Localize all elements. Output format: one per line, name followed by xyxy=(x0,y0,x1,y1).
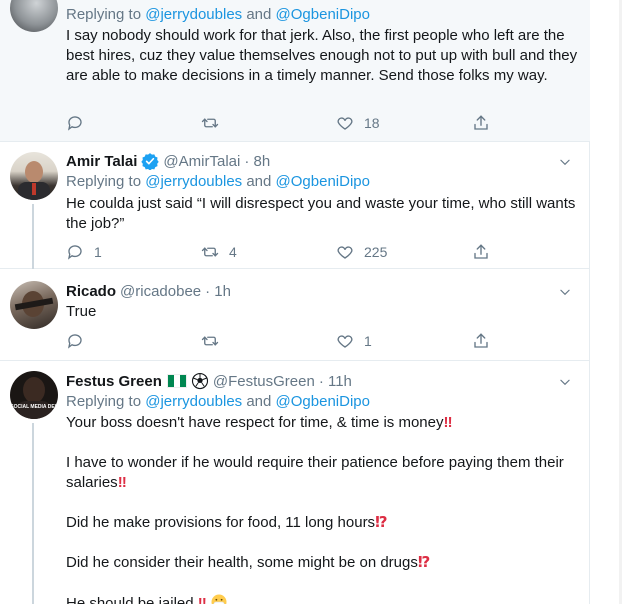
share-icon xyxy=(474,333,488,348)
mention-link[interactable]: @jerrydoubles xyxy=(145,6,242,23)
timestamp[interactable]: · 8h xyxy=(244,153,270,170)
thread-line xyxy=(32,204,34,269)
heart-icon xyxy=(337,246,353,259)
tweet-paragraph: He should be jailed ‼ xyxy=(66,593,578,604)
reply-button[interactable] xyxy=(66,113,94,133)
face-with-mask-icon xyxy=(211,594,227,604)
chevron-down-icon[interactable] xyxy=(558,285,572,299)
like-count: 225 xyxy=(364,244,388,260)
share-button[interactable] xyxy=(472,113,490,133)
chevron-down-icon[interactable] xyxy=(558,375,572,389)
like-count: 1 xyxy=(364,333,372,349)
retweet-icon xyxy=(201,336,219,346)
double-exclamation-icon: ‼ xyxy=(443,414,453,431)
nigeria-flag-icon xyxy=(166,374,187,388)
mention-link[interactable]: @jerrydoubles xyxy=(145,393,242,410)
avatar-caption: SOCIAL MEDIA DEL xyxy=(10,404,58,410)
verified-badge-icon xyxy=(141,152,160,170)
avatar[interactable] xyxy=(10,0,58,32)
share-button[interactable] xyxy=(472,242,490,262)
replying-to: Replying to @jerrydoubles and @OgbeniDip… xyxy=(66,393,370,410)
handle[interactable]: @FestusGreen xyxy=(213,373,315,390)
tweet-actions: 1 xyxy=(66,331,496,351)
tweet-2[interactable]: Ricado @ricadobee · 1h True 1 xyxy=(0,269,590,361)
retweet-button[interactable] xyxy=(201,331,229,351)
mention-link[interactable]: @jerrydoubles xyxy=(145,173,242,190)
handle[interactable]: @AmirTalai xyxy=(163,153,240,170)
like-button[interactable]: 18 xyxy=(336,113,380,133)
scrollbar[interactable] xyxy=(590,0,623,604)
mention-link[interactable]: @OgbeniDipo xyxy=(276,173,370,190)
display-name[interactable]: Festus Green xyxy=(66,373,162,390)
tweet-actions: 18 xyxy=(66,113,496,133)
replying-to: Replying to @jerrydoubles and @OgbeniDip… xyxy=(66,173,370,190)
double-exclamation-icon: ‼ xyxy=(197,595,207,604)
reply-count: 1 xyxy=(94,244,102,260)
mention-link[interactable]: @OgbeniDipo xyxy=(276,6,370,23)
double-exclamation-icon: ‼ xyxy=(117,474,127,491)
share-icon xyxy=(474,115,488,130)
thread-line xyxy=(32,423,34,604)
exclamation-question-icon: ⁉ xyxy=(417,554,430,571)
retweet-button[interactable]: 4 xyxy=(201,242,237,262)
handle[interactable]: @ricadobee xyxy=(120,283,201,300)
retweet-icon xyxy=(201,247,219,257)
heart-icon xyxy=(337,117,353,130)
tweet-paragraph: Did he consider their health, some might… xyxy=(66,554,430,571)
tweet-text: Your boss doesn't have respect for time,… xyxy=(66,413,578,604)
reply-icon xyxy=(67,334,82,349)
replying-to: Replying to @jerrydoubles and @OgbeniDip… xyxy=(66,6,370,23)
exclamation-question-icon: ⁉ xyxy=(375,514,387,531)
display-name[interactable]: Amir Talai xyxy=(66,153,137,170)
display-name[interactable]: Ricado xyxy=(66,283,116,300)
soccer-ball-icon xyxy=(191,372,209,390)
avatar[interactable] xyxy=(10,152,58,200)
tweet-text: True xyxy=(66,303,97,320)
like-button[interactable]: 1 xyxy=(336,331,372,351)
mention-link[interactable]: @OgbeniDipo xyxy=(276,393,370,410)
chevron-down-icon[interactable] xyxy=(558,155,572,169)
reply-icon xyxy=(67,116,82,131)
timestamp[interactable]: · 11h xyxy=(319,373,352,390)
reply-icon xyxy=(67,245,82,260)
tweet-text: I say nobody should work for that jerk. … xyxy=(66,27,578,84)
tweet-0[interactable]: Replying to @jerrydoubles and @OgbeniDip… xyxy=(0,0,590,142)
heart-icon xyxy=(337,335,353,348)
tweet-header: Festus Green @FestusGreen · 11h xyxy=(66,371,352,391)
retweet-button[interactable] xyxy=(201,113,229,133)
reply-button[interactable] xyxy=(66,331,94,351)
retweet-icon xyxy=(201,118,219,128)
tweet-header: Ricado @ricadobee · 1h xyxy=(66,281,231,301)
avatar[interactable]: SOCIAL MEDIA DEL xyxy=(10,371,58,419)
like-button[interactable]: 225 xyxy=(336,242,387,262)
tweet-3[interactable]: SOCIAL MEDIA DEL Festus Green @FestusGre… xyxy=(0,361,590,604)
reply-button[interactable]: 1 xyxy=(66,242,102,262)
tweet-1[interactable]: Amir Talai @AmirTalai · 8h Replying to @… xyxy=(0,142,590,269)
scrollbar-track[interactable] xyxy=(619,0,622,604)
share-button[interactable] xyxy=(472,331,490,351)
tweet-header: Amir Talai @AmirTalai · 8h xyxy=(66,151,270,171)
tweet-actions: 1 4 225 xyxy=(66,242,496,262)
tweet-paragraph: I have to wonder if he would require the… xyxy=(66,454,564,491)
share-icon xyxy=(474,244,488,259)
like-count: 18 xyxy=(364,115,380,131)
timestamp[interactable]: · 1h xyxy=(205,283,231,300)
timeline: Replying to @jerrydoubles and @OgbeniDip… xyxy=(0,0,590,604)
tweet-paragraph: Did he make provisions for food, 11 long… xyxy=(66,514,388,531)
tweet-paragraph: Your boss doesn't have respect for time,… xyxy=(66,414,453,431)
retweet-count: 4 xyxy=(229,244,237,260)
tweet-text: He coulda just said “I will disrespect y… xyxy=(66,195,576,232)
avatar[interactable] xyxy=(10,281,58,329)
